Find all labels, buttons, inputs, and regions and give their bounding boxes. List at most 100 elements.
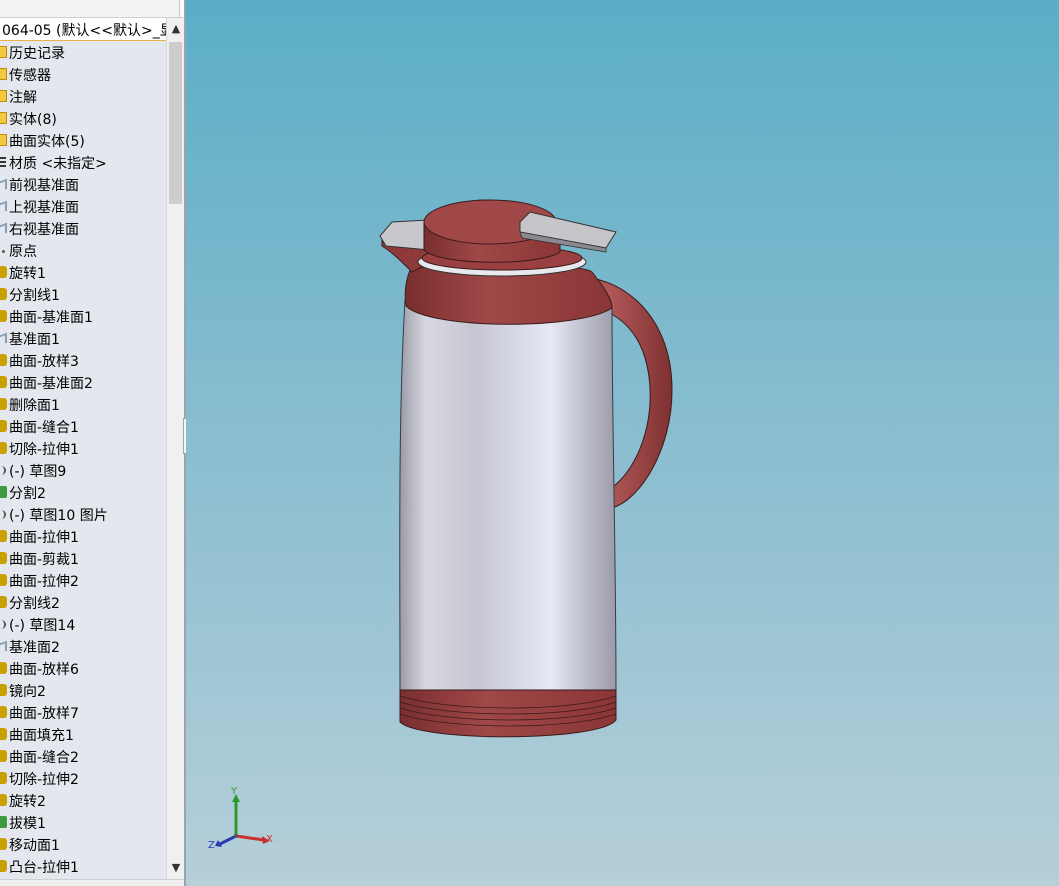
boss-extrude-icon (0, 860, 7, 872)
thermos-body (399, 294, 617, 691)
tree-item-label: 曲面-放样7 (9, 706, 79, 722)
tree-item-label: 曲面填充1 (9, 728, 74, 744)
tree-item-label: 曲面-基准面1 (9, 310, 93, 326)
tree-item[interactable]: 曲面-剪裁1 (0, 547, 166, 569)
tree-item-label: 曲面-剪裁1 (9, 552, 79, 568)
extrude-surface-icon (0, 530, 7, 542)
tree-item[interactable]: 旋转1 (0, 261, 166, 283)
tree-item[interactable]: 基准面1 (0, 327, 166, 349)
tree-item-label: 切除-拉伸1 (9, 442, 79, 458)
tree-item[interactable]: 移动面1 (0, 833, 166, 855)
tree-item[interactable]: 曲面-缝合1 (0, 415, 166, 437)
tree-item-label: (-) 草图14 (9, 618, 76, 634)
tree-item[interactable]: 上视基准面 (0, 195, 166, 217)
tree-item[interactable]: 曲面-放样7 (0, 701, 166, 723)
tree-item[interactable]: 曲面-放样3 (0, 349, 166, 371)
knit-surface-icon (0, 750, 7, 762)
tree-scrollbar[interactable]: ▲ ▼ (166, 18, 184, 879)
tree-item[interactable]: 曲面实体(5) (0, 129, 166, 151)
tree-item[interactable]: 分割2 (0, 481, 166, 503)
graphics-viewport[interactable]: Y X Z (186, 0, 1059, 886)
tree-item-label: 曲面-放样3 (9, 354, 79, 370)
tree-item-label: 右视基准面 (9, 222, 79, 238)
tree-item[interactable]: 基准面2 (0, 635, 166, 657)
tree-item-label: 分割线2 (9, 596, 60, 612)
tree-item[interactable]: 镜向2 (0, 679, 166, 701)
tree-item-label: 材质 <未指定> (9, 156, 107, 172)
split-icon (0, 486, 7, 498)
tree-item[interactable]: 原点 (0, 239, 166, 261)
split-line-icon (0, 288, 7, 300)
planar-surface-icon (0, 310, 7, 322)
loft-surface-icon (0, 662, 7, 674)
tree-item[interactable]: 切除-拉伸1 (0, 437, 166, 459)
annotation-icon (0, 90, 7, 102)
split-line-icon (0, 596, 7, 608)
sketch-icon (0, 466, 6, 475)
tree-item[interactable]: (-) 草图9 (0, 459, 166, 481)
tree-item[interactable]: 曲面-缝合2 (0, 745, 166, 767)
extrude-surface-icon (0, 574, 7, 586)
tree-item[interactable]: 曲面-基准面1 (0, 305, 166, 327)
tree-item[interactable]: 材质 <未指定> (0, 151, 166, 173)
fill-surface-icon (0, 728, 7, 740)
thermos-model[interactable] (186, 0, 1059, 886)
tree-item[interactable]: 曲面-放样6 (0, 657, 166, 679)
solid-bodies-icon (0, 112, 7, 124)
extrude-cut-icon (0, 442, 7, 454)
tree-item[interactable]: 曲面-拉伸2 (0, 569, 166, 591)
tree-item[interactable]: (-) 草图14 (0, 613, 166, 635)
tree-item[interactable]: 曲面-拉伸1 (0, 525, 166, 547)
loft-surface-icon (0, 706, 7, 718)
part-root-label: 064-05 (默认<<默认>_显 (2, 23, 166, 39)
trim-surface-icon (0, 552, 7, 564)
tree-item[interactable]: 历史记录 (0, 41, 166, 63)
tree-item-label: (-) 草图9 (9, 464, 67, 480)
tree-item[interactable]: 前视基准面 (0, 173, 166, 195)
tree-item[interactable]: 切除-拉伸2 (0, 767, 166, 789)
tree-item[interactable]: 删除面1 (0, 393, 166, 415)
tree-item[interactable]: 分割线1 (0, 283, 166, 305)
tree-item-label: 移动面1 (9, 838, 60, 854)
scroll-up-icon[interactable]: ▲ (167, 18, 184, 40)
revolve-icon (0, 794, 7, 806)
revolve-icon (0, 266, 7, 278)
delete-face-icon (0, 398, 7, 410)
panel-tab-bar (0, 0, 184, 18)
z-axis-label: Z (208, 840, 215, 851)
origin-icon (2, 250, 5, 253)
tree-item-label: 镜向2 (9, 684, 46, 700)
extrude-cut-icon (0, 772, 7, 784)
tree-item-label: 切除-拉伸2 (9, 772, 79, 788)
panel-bottom-bar (0, 879, 184, 886)
tree-item[interactable]: 注解 (0, 85, 166, 107)
thermos-base (399, 689, 617, 738)
part-root-node[interactable]: 064-05 (默认<<默认>_显 (0, 18, 166, 42)
tree-item[interactable]: 实体(8) (0, 107, 166, 129)
scroll-down-icon[interactable]: ▼ (167, 857, 184, 879)
tree-item[interactable]: (-) 草图10 图片 (0, 503, 166, 525)
scroll-thumb[interactable] (169, 42, 182, 204)
tree-item-label: 原点 (9, 244, 37, 260)
loft-surface-icon (0, 354, 7, 366)
tree-item-label: 曲面-放样6 (9, 662, 79, 678)
y-axis-label: Y (231, 786, 238, 797)
move-face-icon (0, 838, 7, 850)
tree-item[interactable]: 右视基准面 (0, 217, 166, 239)
tree-item-label: 注解 (9, 90, 37, 106)
tree-item-label: 分割线1 (9, 288, 60, 304)
sensor-icon (0, 68, 7, 80)
tree-item[interactable]: 拔模1 (0, 811, 166, 833)
tree-item[interactable]: 旋转2 (0, 789, 166, 811)
tree-item[interactable]: 凸台-拉伸1 (0, 855, 166, 877)
tree-item-label: 曲面-拉伸1 (9, 530, 79, 546)
tree-item-label: 删除面1 (9, 398, 60, 414)
knit-surface-icon (0, 420, 7, 432)
tree-item-label: 曲面-缝合2 (9, 750, 79, 766)
folder-icon (0, 46, 7, 58)
tree-item[interactable]: 曲面填充1 (0, 723, 166, 745)
tree-item[interactable]: 分割线2 (0, 591, 166, 613)
tree-item-label: 历史记录 (9, 46, 65, 62)
tree-item[interactable]: 传感器 (0, 63, 166, 85)
tree-item[interactable]: 曲面-基准面2 (0, 371, 166, 393)
